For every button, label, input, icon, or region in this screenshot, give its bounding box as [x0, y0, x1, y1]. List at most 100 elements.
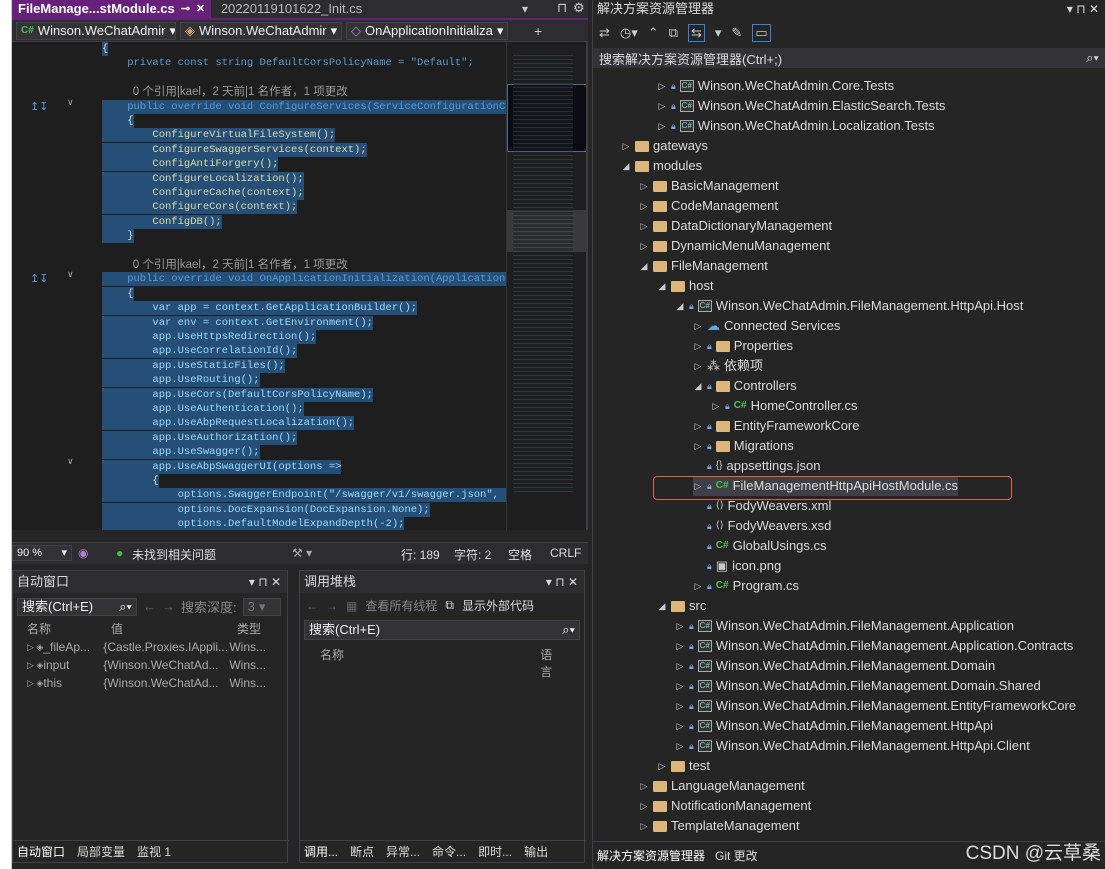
tree-item[interactable]: 🔒︎ ⟨⟩ FodyWeavers.xsd: [693, 516, 831, 536]
tree-item[interactable]: ▷ 🔒︎ C# Winson.WeChatAdmin.FileManagement.A…: [675, 616, 1014, 636]
sync-icon[interactable]: ⇆: [687, 24, 705, 42]
collapsed-arrow-icon[interactable]: ▷: [657, 76, 667, 96]
tree-item[interactable]: ▷ 🔒︎ Migrations: [693, 436, 794, 456]
threads-icon[interactable]: ▦: [346, 599, 357, 613]
show-all-threads[interactable]: 查看所有线程: [365, 597, 437, 614]
tree-item[interactable]: 🔒︎ C# GlobalUsings.cs: [693, 536, 827, 556]
indent-mode[interactable]: 空格: [508, 546, 532, 563]
tab-filemanagement-module[interactable]: FileManage...stModule.cs ⊸ ✕: [12, 0, 212, 18]
tab-command[interactable]: 命令...: [432, 843, 466, 860]
history-icon[interactable]: ◷▾: [620, 25, 638, 41]
tab-immediate[interactable]: 即时...: [478, 843, 512, 860]
tab-exceptions[interactable]: 异常...: [386, 843, 420, 860]
tree-item[interactable]: ▷ 🔒︎ C# HomeController.cs: [711, 396, 858, 416]
tree-item[interactable]: ▷ 🔒︎ C# Winson.WeChatAdmin.FileManagement.D…: [675, 656, 996, 676]
copy-icon[interactable]: ⧉: [669, 25, 678, 41]
tree-item[interactable]: ▷ TemplateManagement: [639, 816, 800, 836]
tree-item[interactable]: 🔒︎ ▣ icon.png: [693, 556, 781, 576]
forward-icon[interactable]: →: [162, 599, 175, 614]
tree-item[interactable]: ▷ gateways: [621, 136, 708, 156]
close-icon[interactable]: ✕: [196, 0, 205, 18]
collapsed-arrow-icon[interactable]: ▷: [675, 656, 685, 676]
tree-item[interactable]: ▷ 🔒︎ C# Program.cs: [693, 576, 800, 596]
collapsed-arrow-icon[interactable]: ▷: [639, 176, 649, 196]
collapse-icon[interactable]: ⌃: [648, 25, 659, 41]
tree-item[interactable]: ▷ ⁂ 依赖项: [693, 356, 763, 376]
tab-watch[interactable]: 监视 1: [137, 843, 171, 860]
col-value[interactable]: 值: [111, 620, 237, 638]
col-name[interactable]: 名称: [27, 620, 111, 638]
collapsed-arrow-icon[interactable]: ▷: [675, 636, 685, 656]
autos-row[interactable]: ▷ ◈ input {Winson.WeChatAd... Wins...: [13, 656, 287, 674]
switch-views-icon[interactable]: ⇄: [599, 25, 610, 41]
vertical-scrollbar[interactable]: [586, 42, 588, 530]
window-controls[interactable]: ▾ ⊓ ✕: [546, 571, 578, 593]
forward-icon[interactable]: →: [326, 599, 338, 613]
collapsed-arrow-icon[interactable]: ▷: [675, 716, 685, 736]
tab-git-changes[interactable]: Git 更改: [715, 847, 758, 864]
autos-row[interactable]: ▷ ◈ this {Winson.WeChatAd... Wins...: [13, 674, 287, 692]
tab-autos[interactable]: 自动窗口: [17, 843, 65, 860]
collapsed-arrow-icon[interactable]: ▷: [639, 816, 649, 836]
tree-item[interactable]: ◢ host: [657, 276, 714, 296]
tree-item[interactable]: ◢ modules: [621, 156, 703, 176]
collapsed-arrow-icon[interactable]: ▷: [639, 236, 649, 256]
tree-item[interactable]: ▷ 🔒︎ C# Winson.WeChatAdmin.FileManagement.A…: [675, 636, 1074, 656]
collapsed-arrow-icon[interactable]: ▷: [657, 96, 667, 116]
code-editor[interactable]: ↥↧ ∨ ↥↧ ∨ ∨ { private const string Defau…: [12, 42, 506, 530]
tree-item[interactable]: ▷ ☁ Connected Services: [693, 316, 841, 336]
gear-icon[interactable]: ⚙: [573, 0, 585, 16]
minimap[interactable]: [506, 42, 587, 530]
tree-item[interactable]: ▷ 🔒︎ C# Winson.WeChatAdmin.FileManagement.H…: [675, 716, 993, 736]
autos-search-input[interactable]: 搜索(Ctrl+E) ⌕▾: [17, 597, 137, 616]
back-icon[interactable]: ←: [143, 599, 156, 614]
tree-item[interactable]: ▷ CodeManagement: [639, 196, 778, 216]
collapsed-arrow-icon[interactable]: ▷: [639, 216, 649, 236]
brush-icon[interactable]: ⚒ ▾: [292, 546, 312, 560]
line-ending[interactable]: CRLF: [550, 546, 581, 560]
collapsed-arrow-icon[interactable]: ▷: [693, 416, 703, 436]
member-combo[interactable]: ◇ OnApplicationInitializa ▾: [346, 21, 508, 40]
issues-label[interactable]: 未找到相关问题: [132, 546, 216, 563]
tab-init-migration[interactable]: 20220119101622_Init.cs: [215, 0, 368, 18]
collapsed-arrow-icon[interactable]: ▷: [693, 356, 703, 376]
fold-icon[interactable]: ∨: [67, 456, 74, 467]
tree-item[interactable]: ▷ LanguageManagement: [639, 776, 805, 796]
tab-output[interactable]: 输出: [524, 843, 548, 860]
tree-item[interactable]: ▷ 🔒︎ C# Winson.WeChatAdmin.FileManagement.D…: [675, 676, 1041, 696]
col-language[interactable]: 语言: [540, 646, 564, 679]
collapsed-arrow-icon[interactable]: ▷: [693, 436, 703, 456]
show-external-code[interactable]: 显示外部代码: [462, 597, 534, 614]
wrench-icon[interactable]: ✎: [731, 25, 742, 41]
collapsed-arrow-icon[interactable]: ▷: [675, 736, 685, 756]
tree-item[interactable]: ▷ 🔒︎ C# Winson.WeChatAdmin.Core.Tests: [657, 76, 895, 96]
collapsed-arrow-icon[interactable]: ▷: [639, 796, 649, 816]
fold-icon[interactable]: ∨: [67, 97, 74, 108]
tree-item[interactable]: ▷ test: [657, 756, 710, 776]
depth-combo[interactable]: 3 ▾: [242, 597, 281, 616]
tree-item[interactable]: ◢ FileManagement: [639, 256, 768, 276]
chevron-down-icon[interactable]: ▾: [715, 25, 722, 41]
expanded-arrow-icon[interactable]: ◢: [657, 276, 667, 296]
tree-item[interactable]: ◢ 🔒︎ C# Winson.WeChatAdmin.FileManagement.H…: [675, 296, 1024, 316]
tree-item[interactable]: ▷ 🔒︎ C# Winson.WeChatAdmin.Localization.Tes…: [657, 116, 935, 136]
tree-item[interactable]: ▷ DynamicMenuManagement: [639, 236, 830, 256]
split-icon[interactable]: +: [534, 23, 542, 39]
copilot-icon[interactable]: ◉: [78, 546, 88, 560]
collapsed-arrow-icon[interactable]: ▷: [693, 316, 703, 336]
solution-search-input[interactable]: 搜索解决方案资源管理器(Ctrl+;) ⌕▾: [593, 48, 1105, 68]
expanded-arrow-icon[interactable]: ◢: [639, 256, 649, 276]
preview-icon[interactable]: ▭: [752, 24, 771, 42]
tree-item[interactable]: ▷ 🔒︎ C# Winson.WeChatAdmin.FileManagement.H…: [675, 736, 1030, 756]
tree-item[interactable]: ▷ NotificationManagement: [639, 796, 812, 816]
tab-locals[interactable]: 局部变量: [77, 843, 125, 860]
pin-window-icon[interactable]: ⊓: [557, 0, 567, 16]
col-type[interactable]: 类型: [237, 620, 261, 638]
collapsed-arrow-icon[interactable]: ▷: [639, 196, 649, 216]
dropdown-icon[interactable]: ▾: [522, 2, 528, 16]
expanded-arrow-icon[interactable]: ◢: [657, 596, 667, 616]
tree-item[interactable]: ▷ DataDictionaryManagement: [639, 216, 833, 236]
autos-row[interactable]: ▷ ◈ _fileAp... {Castle.Proxies.IAppli... W…: [13, 638, 287, 656]
collapsed-arrow-icon[interactable]: ▷: [693, 336, 703, 356]
override-marker-icon[interactable]: ↥↧: [30, 272, 48, 285]
